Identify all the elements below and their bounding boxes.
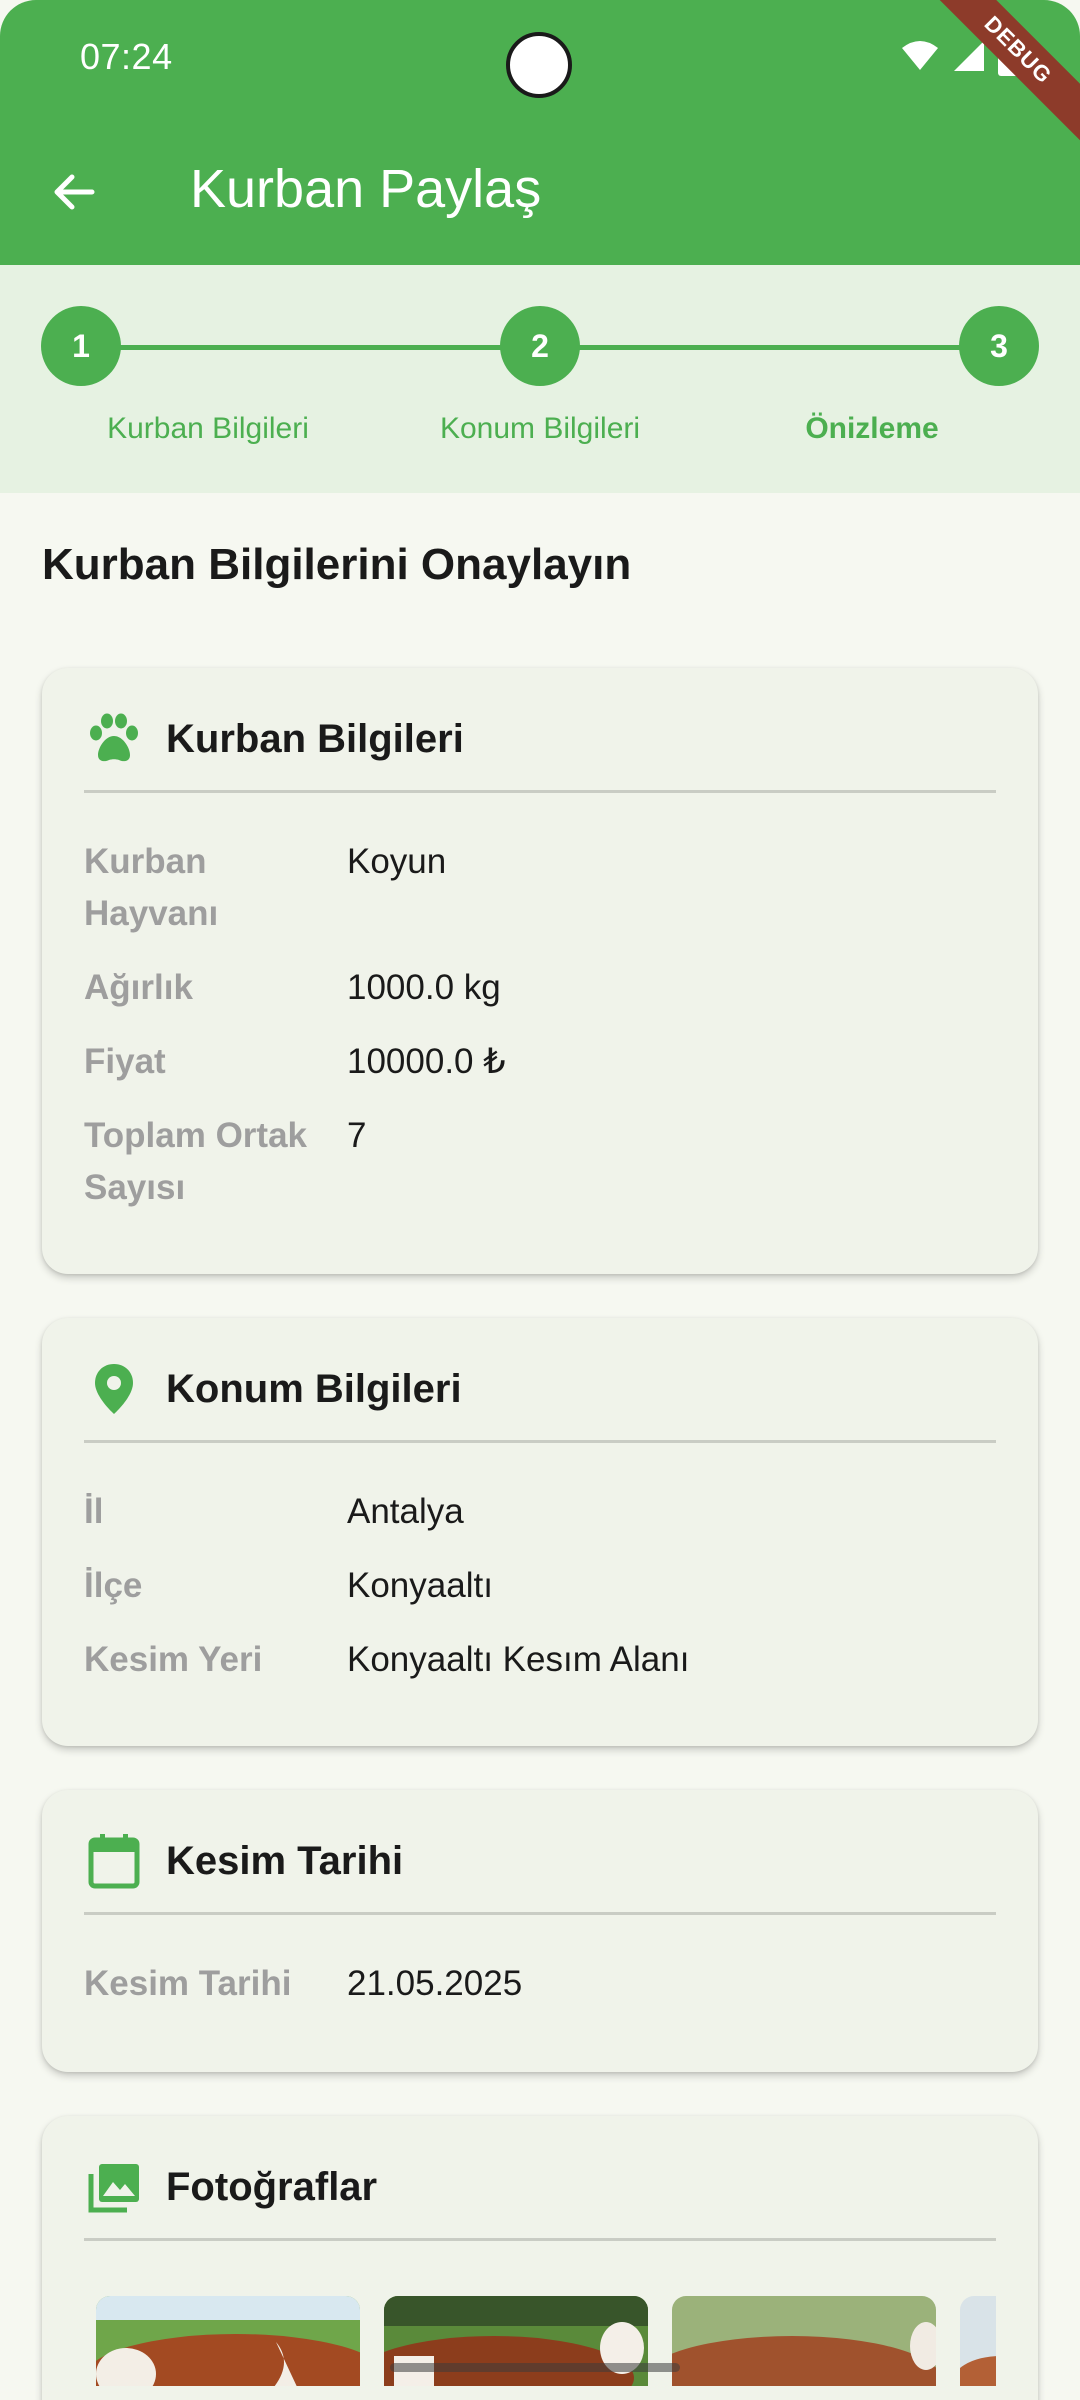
row-label: Kesim Yeri xyxy=(84,1640,263,1679)
info-row: Kesim Tarihi 21.05.2025 xyxy=(84,1958,996,2010)
row-value: Konyaaltı xyxy=(347,1566,493,1605)
info-row: Kesim Yeri Konyaaltı Kesım Alanı xyxy=(84,1634,996,1686)
card-divider xyxy=(84,790,996,793)
calendar-icon xyxy=(84,1831,144,1891)
paw-icon xyxy=(84,709,144,769)
step-connector xyxy=(120,345,510,350)
card-header: Fotoğraflar xyxy=(84,2152,996,2222)
card-title: Kesim Tarihi xyxy=(166,1838,404,1883)
row-label: İl xyxy=(84,1492,104,1531)
photos-card: Fotoğraflar xyxy=(42,2116,1038,2400)
app-bar: 07:24 DEBUG Kurban Paylaş xyxy=(0,0,1080,265)
row-label: Fiyat xyxy=(84,1042,166,1081)
arrow-left-icon xyxy=(54,174,95,210)
photo-strip[interactable] xyxy=(84,2296,996,2386)
status-time: 07:24 xyxy=(80,36,173,77)
row-value: Antalya xyxy=(347,1492,464,1531)
photo-thumbnail[interactable] xyxy=(384,2296,648,2386)
location-pin-icon xyxy=(84,1359,144,1419)
row-value: 21.05.2025 xyxy=(347,1964,523,2003)
wifi-icon xyxy=(902,41,938,70)
signal-icon xyxy=(954,41,984,71)
card-divider xyxy=(84,2238,996,2241)
page-title: Kurban Paylaş xyxy=(190,159,542,219)
date-card: Kesim Tarihi Kesim Tarihi 21.05.2025 xyxy=(42,1790,1038,2072)
row-value: 1000.0 kg xyxy=(347,968,501,1007)
info-row: İlçe Konyaaltı xyxy=(84,1560,996,1612)
card-title: Kurban Bilgileri xyxy=(166,716,464,761)
card-header: Kurban Bilgileri xyxy=(84,704,996,774)
section-heading: Kurban Bilgilerini Onaylayın xyxy=(42,540,632,589)
card-title: Fotoğraflar xyxy=(166,2164,378,2209)
stepper: 1 2 3 Kurban Bilgileri Konum Bilgileri Ö… xyxy=(0,265,1080,493)
step-3-circle[interactable]: 3 xyxy=(959,306,1039,386)
info-row: Toplam Ortak Sayısı 7 xyxy=(84,1110,996,1214)
step-3-label: Önizleme xyxy=(805,412,939,445)
photo-thumbnail[interactable] xyxy=(672,2296,936,2386)
info-row: Fiyat 10000.0 ₺ xyxy=(84,1036,996,1088)
card-title: Konum Bilgileri xyxy=(166,1366,462,1411)
step-1-circle[interactable]: 1 xyxy=(41,306,121,386)
card-divider xyxy=(84,1440,996,1443)
card-divider xyxy=(84,1912,996,1915)
home-indicator[interactable] xyxy=(390,2363,680,2372)
row-value: 10000.0 ₺ xyxy=(347,1042,506,1081)
kurban-info-card: Kurban Bilgileri Kurban Hayvanı Koyun Ağ… xyxy=(42,668,1038,1274)
step-1-label: Kurban Bilgileri xyxy=(107,412,309,445)
info-row: Ağırlık 1000.0 kg xyxy=(84,962,996,1014)
card-header: Konum Bilgileri xyxy=(84,1354,996,1424)
photo-library-icon xyxy=(84,2157,144,2217)
row-value: Koyun xyxy=(347,842,447,881)
row-value: Konyaaltı Kesım Alanı xyxy=(347,1640,690,1679)
row-label: Kesim Tarihi xyxy=(84,1964,292,2003)
step-connector xyxy=(578,345,968,350)
step-2-circle[interactable]: 2 xyxy=(500,306,580,386)
row-label: İlçe xyxy=(84,1566,143,1605)
photo-thumbnail[interactable] xyxy=(960,2296,996,2386)
photo-thumbnail[interactable] xyxy=(96,2296,360,2386)
row-label: Ağırlık xyxy=(84,968,193,1007)
back-button[interactable] xyxy=(42,160,106,224)
row-value: 7 xyxy=(347,1116,367,1155)
location-info-card: Konum Bilgileri İl Antalya İlçe Konyaalt… xyxy=(42,1318,1038,1746)
card-header: Kesim Tarihi xyxy=(84,1826,996,1896)
camera-cutout xyxy=(506,32,572,98)
info-row: Kurban Hayvanı Koyun xyxy=(84,836,996,940)
row-label: Kurban Hayvanı xyxy=(84,842,219,933)
step-2-label: Konum Bilgileri xyxy=(439,412,641,445)
row-label: Toplam Ortak Sayısı xyxy=(84,1116,308,1207)
info-row: İl Antalya xyxy=(84,1486,996,1538)
